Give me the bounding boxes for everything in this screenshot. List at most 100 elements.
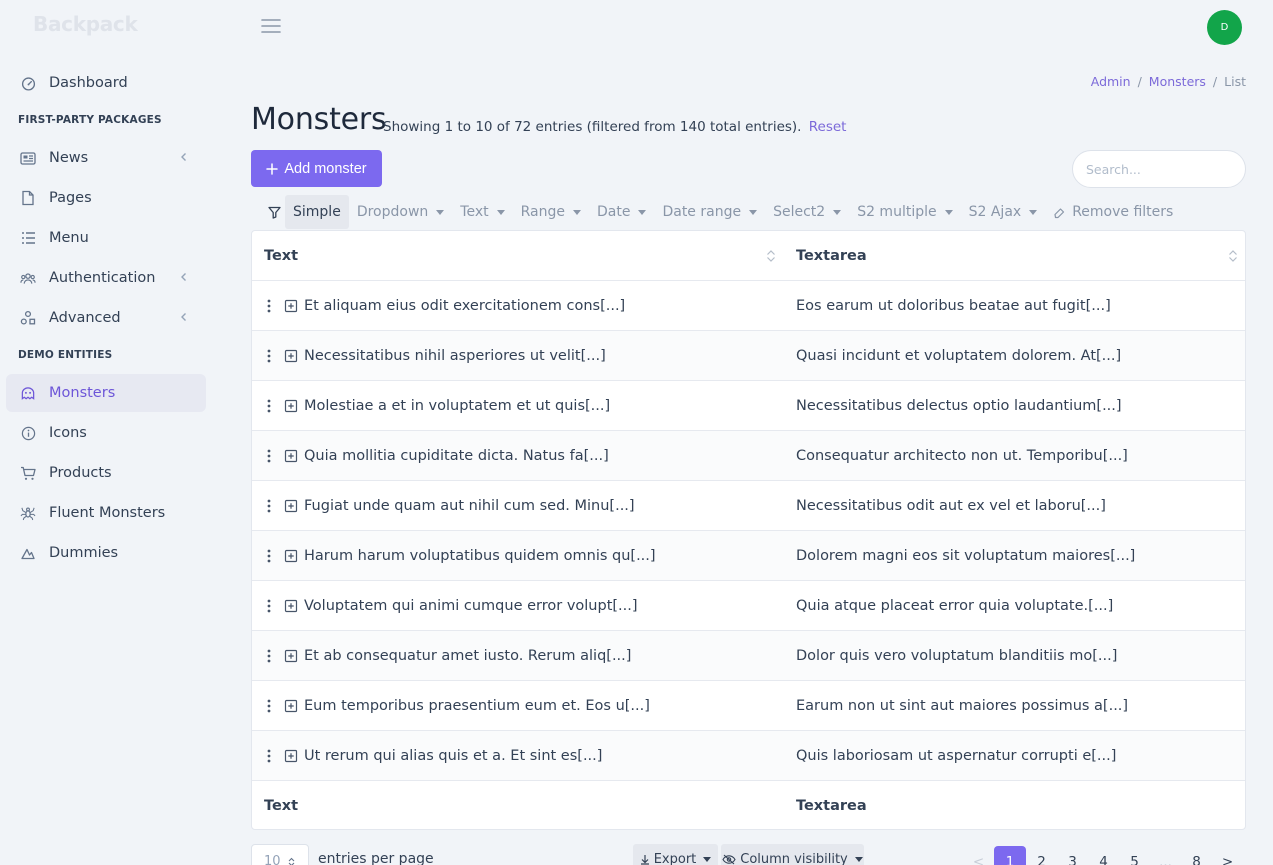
row-actions-icon[interactable] (264, 349, 274, 363)
pagination-page[interactable]: 3 (1057, 846, 1088, 865)
sidebar-item-news[interactable]: News (6, 139, 206, 177)
row-actions-icon[interactable] (264, 449, 274, 463)
table-row: Molestiae a et in voluptatem et ut quis[… (252, 381, 1245, 431)
per-page-value: 10 (264, 854, 281, 865)
expand-row-icon[interactable] (284, 349, 298, 363)
pagination-page[interactable]: 5 (1119, 846, 1150, 865)
pagination-page[interactable]: 1 (994, 846, 1026, 865)
expand-row-icon[interactable] (284, 649, 298, 663)
chevron-left-icon (181, 313, 186, 321)
row-actions-icon[interactable] (264, 499, 274, 513)
row-actions-icon[interactable] (264, 599, 274, 613)
sidebar-item-dummies[interactable]: Dummies (6, 534, 206, 572)
entries-summary: Showing 1 to 10 of 72 entries (filtered … (383, 119, 802, 135)
cloud-icon (20, 545, 36, 561)
filter-text[interactable]: Text (452, 195, 512, 229)
search-input[interactable] (1072, 150, 1246, 188)
remove-filters-label: Remove filters (1072, 204, 1174, 220)
expand-row-icon[interactable] (284, 549, 298, 563)
expand-row-icon[interactable] (284, 399, 298, 413)
breadcrumb-link-monsters[interactable]: Monsters (1149, 74, 1206, 89)
column-header-text[interactable]: Text (264, 248, 298, 264)
row-actions-icon[interactable] (264, 299, 274, 313)
sort-icon[interactable] (766, 249, 776, 263)
cell-text: Fugiat unde quam aut nihil cum sed. Minu… (264, 498, 635, 514)
pagination-page[interactable]: 4 (1088, 846, 1119, 865)
expand-row-icon[interactable] (284, 499, 298, 513)
avatar[interactable]: D (1207, 10, 1242, 45)
row-actions-icon[interactable] (264, 699, 274, 713)
sidebar-item-label: Pages (49, 190, 92, 206)
row-actions-icon[interactable] (264, 549, 274, 563)
cell-textarea: Necessitatibus odit aut ex vel et laboru… (796, 497, 1106, 514)
add-monster-button[interactable]: Add monster (251, 150, 382, 187)
expand-row-icon[interactable] (284, 699, 298, 713)
row-actions-icon[interactable] (264, 399, 274, 413)
sidebar-item-pages[interactable]: Pages (6, 179, 206, 217)
cell-textarea: Earum non ut sint aut maiores possimus a… (796, 697, 1129, 714)
per-page-select[interactable]: 10 (251, 844, 309, 865)
sidebar-item-label: Advanced (49, 310, 121, 326)
page-title: Monsters (251, 102, 387, 137)
filter-dropdown[interactable]: Dropdown (349, 195, 452, 229)
expand-row-icon[interactable] (284, 449, 298, 463)
table-row: Fugiat unde quam aut nihil cum sed. Minu… (252, 481, 1245, 531)
row-actions-icon[interactable] (264, 749, 274, 763)
cell-value: Voluptatem qui animi cumque error volupt… (304, 597, 638, 614)
table-row: Et ab consequatur amet iusto. Rerum aliq… (252, 631, 1245, 681)
filter-select2[interactable]: Select2 (765, 195, 849, 229)
filter-s2-multiple[interactable]: S2 multiple (849, 195, 960, 229)
column-visibility-button[interactable]: Column visibility (721, 844, 864, 865)
sidebar-item-advanced[interactable]: Advanced (6, 299, 206, 337)
reset-link[interactable]: Reset (809, 119, 847, 135)
pagination-page[interactable]: 8 (1181, 846, 1212, 865)
brand-logo[interactable]: Backpack (33, 12, 138, 36)
filter-date[interactable]: Date (589, 195, 654, 229)
table-row: Et aliquam eius odit exercitationem cons… (252, 281, 1245, 331)
caret-down-icon (944, 210, 953, 215)
caret-down-icon (638, 210, 647, 215)
sidebar-item-icons[interactable]: Icons (6, 414, 206, 452)
pagination-next[interactable]: > (1212, 846, 1243, 865)
pagination-previous[interactable]: < (963, 846, 994, 865)
export-button[interactable]: Export (633, 844, 718, 865)
cell-textarea: Dolorem magni eos sit voluptatum maiores… (796, 547, 1136, 564)
expand-row-icon[interactable] (284, 299, 298, 313)
sidebar-item-authentication[interactable]: Authentication (6, 259, 206, 297)
chevron-left-icon (181, 273, 186, 281)
remove-filters-button[interactable]: Remove filters (1045, 195, 1181, 229)
plus-icon (266, 162, 279, 175)
pagination-page[interactable]: 2 (1026, 846, 1057, 865)
filter-simple[interactable]: Simple (285, 195, 349, 229)
cell-text: Et ab consequatur amet iusto. Rerum aliq… (264, 648, 631, 664)
breadcrumb-link-admin[interactable]: Admin (1091, 74, 1131, 89)
sidebar-item-menu[interactable]: Menu (6, 219, 206, 257)
eye-slash-icon (722, 854, 736, 864)
filter-s2-ajax[interactable]: S2 Ajax (961, 195, 1046, 229)
filter-label: Select2 (773, 204, 826, 220)
sidebar-item-dashboard[interactable]: Dashboard (6, 64, 206, 102)
sidebar-item-label: Dashboard (49, 75, 128, 91)
sort-icon[interactable] (1228, 249, 1238, 263)
cell-text: Eum temporibus praesentium eum et. Eos u… (264, 698, 650, 714)
expand-row-icon[interactable] (284, 599, 298, 613)
filter-label: S2 Ajax (968, 204, 1022, 220)
eraser-icon (1054, 207, 1065, 218)
caret-down-icon (703, 856, 712, 862)
filter-range[interactable]: Range (513, 195, 589, 229)
sidebar-section-heading: DEMO ENTITIES (18, 349, 113, 361)
table-header-row: Text Textarea (252, 231, 1245, 281)
row-actions-icon[interactable] (264, 649, 274, 663)
expand-row-icon[interactable] (284, 749, 298, 763)
hamburger-menu-icon[interactable] (261, 17, 281, 35)
sidebar-item-products[interactable]: Products (6, 454, 206, 492)
sidebar-item-fluent-monsters[interactable]: Fluent Monsters (6, 494, 206, 532)
sidebar-item-monsters[interactable]: Monsters (6, 374, 206, 412)
column-header-textarea[interactable]: Textarea (796, 248, 867, 264)
pagination-ellipsis: ... (1159, 854, 1172, 865)
page-subtitle: Showing 1 to 10 of 72 entries (filtered … (383, 119, 846, 135)
table-row: Quia mollitia cupiditate dicta. Natus fa… (252, 431, 1245, 481)
filter-date-range[interactable]: Date range (654, 195, 765, 229)
download-icon (640, 854, 649, 865)
cell-value: Ut rerum qui alias quis et a. Et sint es… (304, 747, 603, 764)
